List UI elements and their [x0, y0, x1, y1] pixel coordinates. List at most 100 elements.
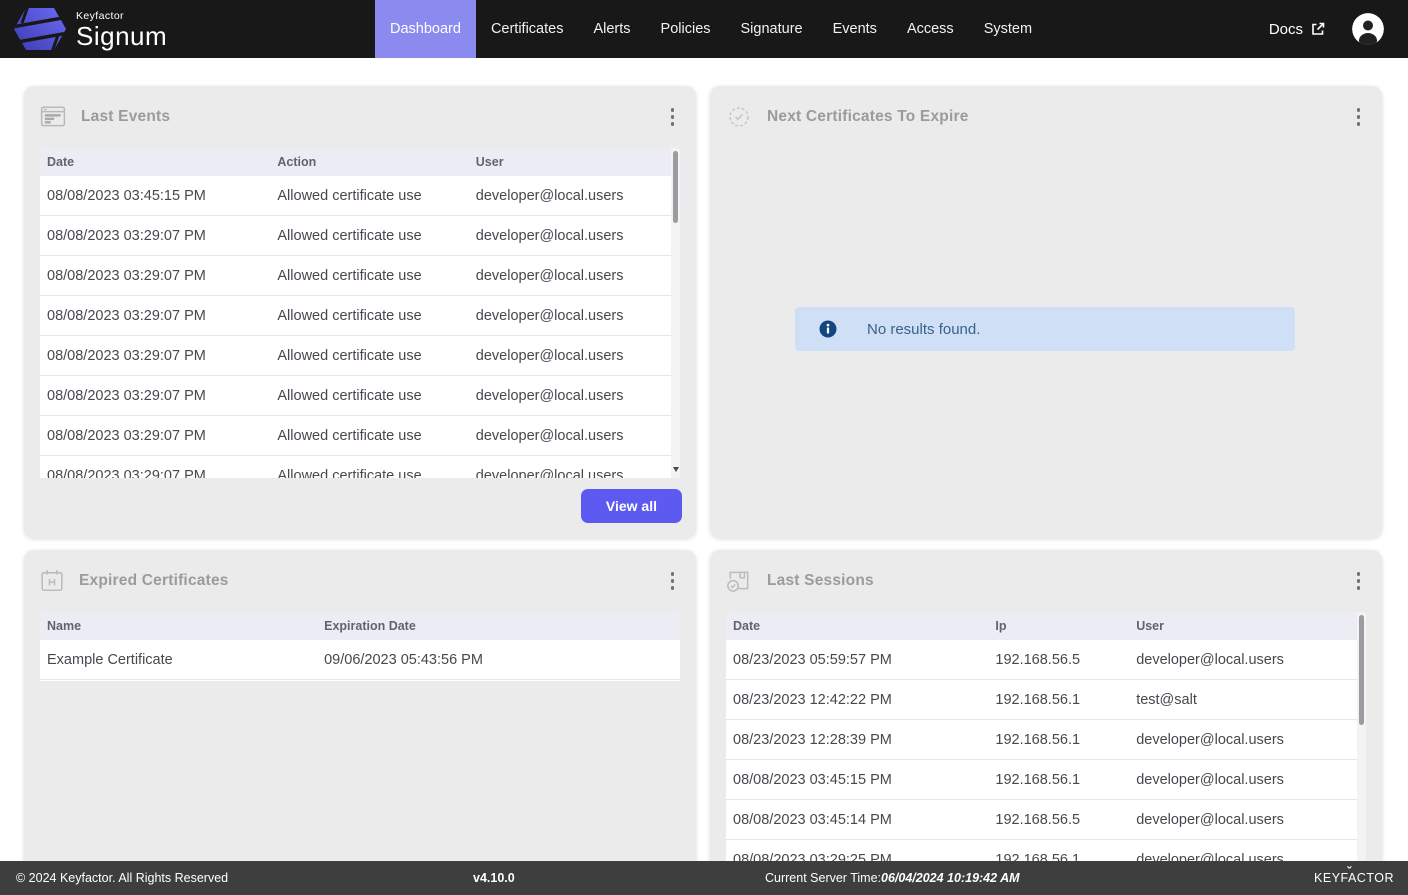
- keyfactor-wordmark: KEYFACTOR ˇ: [1314, 871, 1394, 885]
- wordmark-caron: ˇ: [1347, 864, 1352, 879]
- user-icon: [1352, 13, 1384, 45]
- event-date: 08/08/2023 03:45:15 PM: [40, 188, 270, 204]
- scrollbar-thumb[interactable]: [673, 151, 678, 223]
- event-user: developer@local.users: [469, 348, 680, 364]
- column-header: Date: [40, 155, 270, 169]
- docs-label: Docs: [1269, 21, 1303, 38]
- event-log-icon: [40, 105, 66, 129]
- event-date: 08/08/2023 03:29:07 PM: [40, 268, 270, 284]
- scrollbar-down-arrow-icon[interactable]: [673, 467, 679, 472]
- card-menu-button[interactable]: [665, 102, 681, 132]
- event-user: developer@local.users: [469, 388, 680, 404]
- event-user: developer@local.users: [469, 308, 680, 324]
- calendar-icon: [40, 569, 64, 593]
- scrollbar-thumb[interactable]: [1359, 615, 1364, 725]
- table-row: 08/08/2023 03:29:07 PM Allowed certifica…: [40, 336, 680, 376]
- column-header: User: [469, 155, 680, 169]
- card-menu-button[interactable]: [1351, 566, 1367, 596]
- event-user: developer@local.users: [469, 188, 680, 204]
- tab-events[interactable]: Events: [818, 0, 892, 58]
- session-user: developer@local.users: [1129, 652, 1366, 668]
- card-menu-button[interactable]: [1351, 102, 1367, 132]
- expiration-date: 09/06/2023 05:43:56 PM: [317, 652, 680, 668]
- view-all-button[interactable]: View all: [581, 489, 682, 523]
- tab-access[interactable]: Access: [892, 0, 969, 58]
- copyright-text: © 2024 Keyfactor. All Rights Reserved: [16, 871, 228, 885]
- event-user: developer@local.users: [469, 228, 680, 244]
- table-row: 08/08/2023 03:29:07 PM Allowed certifica…: [40, 456, 680, 478]
- table-row: 08/08/2023 03:29:07 PM Allowed certifica…: [40, 416, 680, 456]
- table-header-row: Date Ip User: [726, 612, 1366, 640]
- card-title: Last Events: [81, 108, 170, 126]
- footer: © 2024 Keyfactor. All Rights Reserved v4…: [0, 861, 1408, 895]
- event-date: 08/08/2023 03:29:07 PM: [40, 348, 270, 364]
- brand-keyfactor-label: Keyfactor: [76, 10, 167, 22]
- table-row: Example Certificate 09/06/2023 05:43:56 …: [40, 640, 680, 680]
- last-events-table: Date Action User 08/08/2023 03:45:15 PM …: [40, 148, 680, 478]
- column-header: Name: [40, 619, 317, 633]
- card-menu-button[interactable]: [665, 566, 681, 596]
- event-user: developer@local.users: [469, 468, 680, 479]
- event-action: Allowed certificate use: [270, 188, 468, 204]
- event-date: 08/08/2023 03:29:07 PM: [40, 388, 270, 404]
- signum-logo-icon: [14, 5, 66, 53]
- session-ip: 192.168.56.1: [988, 772, 1129, 788]
- table-row: 08/08/2023 03:45:14 PM 192.168.56.5 deve…: [726, 800, 1366, 840]
- no-results-alert: No results found.: [795, 307, 1295, 351]
- event-date: 08/08/2023 03:29:07 PM: [40, 428, 270, 444]
- table-header-row: Name Expiration Date: [40, 612, 680, 640]
- event-date: 08/08/2023 03:29:07 PM: [40, 228, 270, 244]
- table-row: 08/08/2023 03:29:07 PM Allowed certifica…: [40, 256, 680, 296]
- table-row: 08/08/2023 03:45:15 PM Allowed certifica…: [40, 176, 680, 216]
- tab-alerts[interactable]: Alerts: [578, 0, 645, 58]
- expired-certificates-table: Name Expiration Date Example Certificate…: [40, 612, 680, 681]
- event-date: 08/08/2023 03:29:07 PM: [40, 308, 270, 324]
- last-sessions-table: Date Ip User 08/23/2023 05:59:57 PM 192.…: [726, 612, 1366, 882]
- info-icon: [819, 320, 837, 338]
- session-date: 08/23/2023 05:59:57 PM: [726, 652, 988, 668]
- session-ip: 192.168.56.1: [988, 692, 1129, 708]
- version-label: v4.10.0: [473, 871, 515, 885]
- table-row: 08/08/2023 03:29:07 PM Allowed certifica…: [40, 376, 680, 416]
- certificate-name: Example Certificate: [40, 652, 317, 668]
- table-row: 08/23/2023 05:59:57 PM 192.168.56.5 deve…: [726, 640, 1366, 680]
- column-header: Expiration Date: [317, 619, 680, 633]
- tab-dashboard[interactable]: Dashboard: [375, 0, 476, 58]
- card-title: Last Sessions: [767, 572, 874, 590]
- event-action: Allowed certificate use: [270, 268, 468, 284]
- table-row: 08/08/2023 03:29:07 PM Allowed certifica…: [40, 296, 680, 336]
- session-ip: 192.168.56.5: [988, 652, 1129, 668]
- brand-signum-label: Signum: [76, 23, 167, 49]
- table-row: 08/23/2023 12:42:22 PM 192.168.56.1 test…: [726, 680, 1366, 720]
- tab-certificates[interactable]: Certificates: [476, 0, 579, 58]
- tab-policies[interactable]: Policies: [646, 0, 726, 58]
- scrollbar[interactable]: [1357, 612, 1366, 882]
- tab-signature[interactable]: Signature: [726, 0, 818, 58]
- server-time-value: 06/04/2024 10:19:42 AM: [881, 871, 1020, 885]
- table-row: 08/08/2023 03:29:07 PM Allowed certifica…: [40, 216, 680, 256]
- table-header-row: Date Action User: [40, 148, 680, 176]
- table-row: 08/23/2023 12:28:39 PM 192.168.56.1 deve…: [726, 720, 1366, 760]
- next-certificates-card: Next Certificates To Expire No results f…: [710, 86, 1382, 538]
- event-date: 08/08/2023 03:29:07 PM: [40, 468, 270, 479]
- external-link-icon: [1310, 21, 1326, 37]
- docs-link[interactable]: Docs: [1269, 21, 1326, 38]
- last-sessions-card: Last Sessions Date Ip User 08/23/2023 05…: [710, 550, 1382, 880]
- session-user: developer@local.users: [1129, 812, 1366, 828]
- check-circle-icon: [726, 105, 752, 129]
- server-time-label: Current Server Time:: [765, 871, 881, 885]
- user-avatar[interactable]: [1352, 13, 1384, 45]
- card-title: Expired Certificates: [79, 572, 229, 590]
- event-action: Allowed certificate use: [270, 228, 468, 244]
- card-title: Next Certificates To Expire: [767, 108, 969, 126]
- scrollbar[interactable]: [671, 148, 680, 478]
- session-user: developer@local.users: [1129, 732, 1366, 748]
- session-date: 08/08/2023 03:45:15 PM: [726, 772, 988, 788]
- session-user: developer@local.users: [1129, 772, 1366, 788]
- session-ip: 192.168.56.1: [988, 732, 1129, 748]
- event-action: Allowed certificate use: [270, 388, 468, 404]
- no-results-message: No results found.: [867, 321, 980, 338]
- column-header: Action: [270, 155, 468, 169]
- session-date: 08/23/2023 12:28:39 PM: [726, 732, 988, 748]
- tab-system[interactable]: System: [969, 0, 1047, 58]
